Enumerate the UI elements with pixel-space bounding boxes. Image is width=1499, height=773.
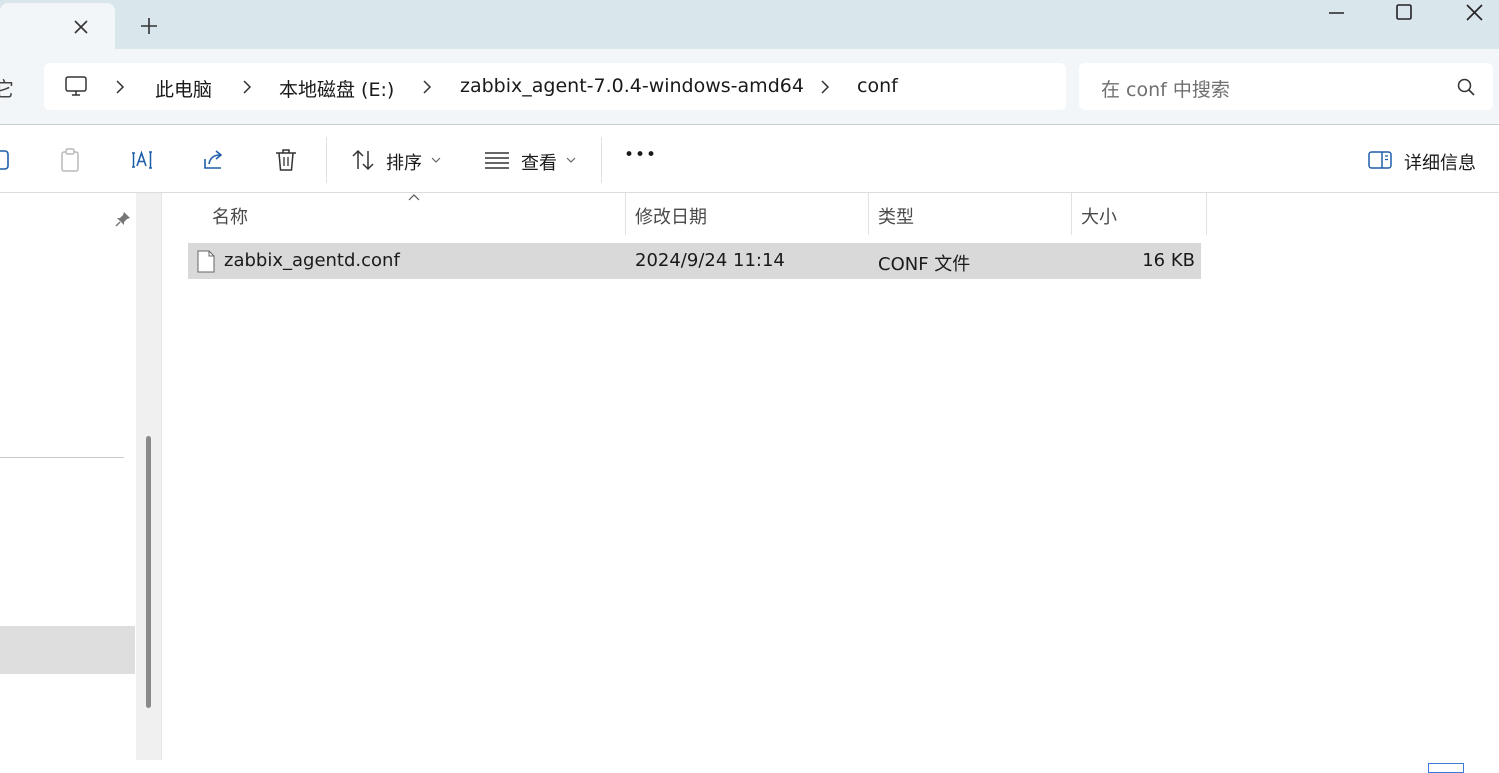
chevron-down-icon xyxy=(566,157,576,163)
chevron-right-icon[interactable] xyxy=(819,80,831,94)
toolbar-divider xyxy=(326,137,327,183)
column-header-modified[interactable]: 修改日期 xyxy=(635,203,707,229)
toolbar-divider xyxy=(601,137,602,183)
column-header-name[interactable]: 名称 xyxy=(212,203,248,229)
close-icon[interactable] xyxy=(1463,4,1491,24)
details-pane-icon xyxy=(1368,151,1392,169)
nav-divider xyxy=(0,457,124,458)
view-icon xyxy=(485,152,509,169)
details-label: 详细信息 xyxy=(1404,153,1476,174)
sort-icon xyxy=(352,149,374,171)
new-tab-icon[interactable] xyxy=(138,15,160,37)
view-label: 查看 xyxy=(521,153,557,174)
navigation-pane xyxy=(0,193,136,768)
column-header-size[interactable]: 大小 xyxy=(1081,203,1117,229)
chevron-down-icon xyxy=(431,157,441,163)
nav-scroll-thumb[interactable] xyxy=(146,436,151,708)
chevron-right-icon[interactable] xyxy=(114,80,126,94)
file-name[interactable]: zabbix_agentd.conf xyxy=(224,250,400,271)
file-modified: 2024/9/24 11:14 xyxy=(635,250,785,271)
active-tab[interactable] xyxy=(0,3,115,49)
sort-ascending-icon xyxy=(408,194,420,201)
column-divider[interactable] xyxy=(868,193,869,235)
address-bar[interactable]: 此电脑 本地磁盘 (E:) zabbix_agent-7.0.4-windows… xyxy=(44,63,1066,110)
rename-icon[interactable] xyxy=(129,147,155,173)
sort-label: 排序 xyxy=(386,153,422,174)
title-bar xyxy=(0,0,1499,49)
paste-icon[interactable] xyxy=(57,147,83,173)
close-tab-icon[interactable] xyxy=(70,16,92,38)
search-input[interactable]: 在 conf 中搜索 xyxy=(1101,75,1230,102)
search-box[interactable]: 在 conf 中搜索 xyxy=(1079,63,1493,110)
chevron-right-icon[interactable] xyxy=(241,80,253,94)
command-bar: 排序 查看 ••• 详细信息 xyxy=(0,124,1499,193)
address-row: 它 此电脑 本地磁盘 (E:) zabbix_agent-7.0.4-windo… xyxy=(0,49,1499,124)
column-divider[interactable] xyxy=(625,193,626,235)
file-size: 16 KB xyxy=(1142,250,1195,271)
breadcrumb-this-pc[interactable]: 此电脑 xyxy=(155,75,212,102)
file-list: 名称 修改日期 类型 大小 zabbix_agentd.conf 2024/9/… xyxy=(162,193,1499,768)
breadcrumb-agent-folder[interactable]: zabbix_agent-7.0.4-windows-amd64 xyxy=(460,75,804,97)
breadcrumb-local-disk[interactable]: 本地磁盘 (E:) xyxy=(279,75,394,102)
search-icon[interactable] xyxy=(1456,77,1476,97)
share-icon[interactable] xyxy=(201,147,227,173)
view-toggle-button[interactable] xyxy=(1428,763,1464,773)
delete-icon[interactable] xyxy=(273,147,299,173)
minimize-icon[interactable] xyxy=(1326,4,1354,24)
breadcrumb-conf[interactable]: conf xyxy=(857,75,898,97)
column-header-type[interactable]: 类型 xyxy=(878,203,914,229)
maximize-icon[interactable] xyxy=(1393,4,1421,24)
file-row[interactable]: zabbix_agentd.conf 2024/9/24 11:14 CONF … xyxy=(188,243,1201,279)
pin-icon[interactable] xyxy=(114,210,132,228)
column-divider[interactable] xyxy=(1071,193,1072,235)
new-item-icon[interactable] xyxy=(0,147,12,173)
column-divider[interactable] xyxy=(1206,193,1207,235)
this-pc-icon[interactable] xyxy=(64,74,88,98)
chevron-right-icon[interactable] xyxy=(421,80,433,94)
truncated-nav-label: 它 xyxy=(0,77,14,101)
more-options-button[interactable]: ••• xyxy=(624,145,657,165)
file-type: CONF 文件 xyxy=(878,254,971,275)
nav-item-selected[interactable] xyxy=(0,626,135,674)
file-icon xyxy=(197,250,215,273)
